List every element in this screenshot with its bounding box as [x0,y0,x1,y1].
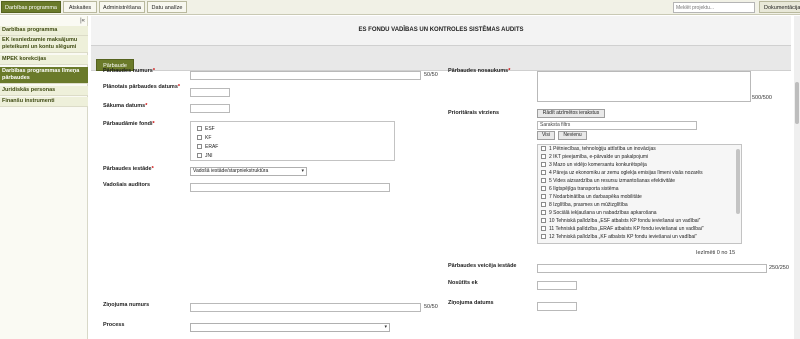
sidebar-item-ek-pieteikumi[interactable]: EK iesniedzamie maksājumu pieteikumi un … [0,36,88,53]
sidebar-item-limena-parbaudes[interactable]: Darbības programmas līmeņa pārbaudes [0,67,88,84]
prio-item[interactable]: 5 Vides aizsardzība un resursu izmantoša… [541,178,675,185]
fonds-kf-checkbox[interactable]: KF [197,135,211,141]
zinojuma-datums-input[interactable] [537,302,577,311]
numurs-counter: 50/50 [424,72,438,78]
prio-item[interactable]: 12 Tehniskā palīdzība „KF atbalsts KP fo… [541,234,697,241]
page-title: ES FONDU VADĪBAS UN KONTROLES SISTĒMAS A… [358,27,524,33]
selected-summary: Iezīmēti 0 no 15 [696,250,736,256]
prio-list-scrollbar[interactable] [736,149,740,214]
tab-administresana[interactable]: Administrēšana [99,1,145,13]
prio-checkbox-list: 1 Pētniecības, tehnoloģiju attīstība un … [537,144,742,244]
veiceja-label: Pārbaudes veicēja iestāde [448,263,517,269]
project-search-input[interactable] [673,2,755,13]
auditors-input[interactable] [190,183,390,192]
prio-item[interactable]: 9 Sociālā iekļaušana un nabadzības apkar… [541,210,657,217]
nosutits-input[interactable] [537,281,577,290]
top-navigation: Darbības programma Atskaites Administrēš… [0,0,800,15]
select-none-button[interactable]: Nevienu [558,131,587,140]
fondi-checkbox-list: ESF KF ERAF JNI [190,121,395,161]
sidebar-item-juridiskas-personas[interactable]: Juridiskās personas [0,86,88,96]
sidebar-item-mpek-korekcijas[interactable]: MPEK korekcijas [0,55,88,65]
sidebar-item-darbibas-programma[interactable]: Darbības programma [0,26,88,36]
tab-datu-analize[interactable]: Datu analīze [147,1,187,13]
nosaukums-counter: 500/500 [752,95,772,101]
fondi-label: Pārbaudāmie fondi* [103,121,155,127]
prio-item[interactable]: 4 Pāreja uz ekonomiku ar zemu oglekļa em… [541,170,703,177]
prio-item[interactable]: 8 Izglītība, prasmes un mūžizglītība [541,202,628,209]
documentation-button[interactable]: Dokumentācija [759,1,800,13]
list-filter-input[interactable]: Saraksta filtrs [537,121,697,130]
sidebar: |« Darbības programma EK iesniedzamie ma… [0,16,88,339]
sakuma-datums-label: Sākuma datums* [103,103,148,109]
prio-item[interactable]: 6 Ilgtspējīga transporta sistēma [541,186,618,193]
iestade-label: Pārbaudes iestāde* [103,166,154,172]
sakuma-datums-input[interactable] [190,104,230,113]
page-header: ES FONDU VADĪBAS UN KONTROLES SISTĒMAS A… [91,16,791,46]
prio-item[interactable]: 2 IKT pieejamība, e-pārvalde un pakalpoj… [541,154,648,161]
numurs-input[interactable] [190,71,421,80]
show-selected-button[interactable]: Rādīt atzīmētos ierakstus [537,109,605,118]
collapse-sidebar-icon[interactable]: |« [80,18,85,24]
prio-label: Prioritārais virziens [448,110,500,116]
nosutits-label: Nosūtīts ek [448,280,478,286]
tab-darbibas-programma[interactable]: Darbības programma [1,1,61,13]
page-scrollbar-thumb[interactable] [795,82,799,124]
prio-item[interactable]: 3 Mazo un vidējo komersantu konkurētspēj… [541,162,647,169]
auditors-label: Vadošais auditors [103,182,151,188]
zinojuma-datums-label: Ziņojuma datums [448,300,494,306]
tab-atskaites[interactable]: Atskaites [63,1,97,13]
process-select[interactable]: ▾ [190,323,390,332]
zinojuma-numurs-label: Ziņojuma numurs [103,302,150,308]
fonds-eraf-checkbox[interactable]: ERAF [197,144,218,150]
veiceja-input[interactable] [537,264,767,273]
page-scrollbar[interactable] [794,16,800,339]
prio-item[interactable]: 7 Nodarbinātība un darbaspēka mobilitāte [541,194,642,201]
sidebar-item-finansu-instrumenti[interactable]: Finanšu instrumenti [0,97,88,107]
nosaukums-label: Pārbaudes nosaukums* [448,68,511,74]
nosaukums-textarea[interactable] [537,71,751,102]
veiceja-counter: 250/250 [769,265,789,271]
process-label: Process [103,322,125,328]
planotais-datums-label: Plānotais pārbaudes datums* [103,84,181,90]
zinojuma-numurs-input[interactable] [190,303,421,312]
prio-item[interactable]: 10 Tehniskā palīdzība „ESF atbalsts KP f… [541,218,700,225]
zinojuma-numurs-counter: 50/50 [424,304,438,310]
iestade-select[interactable]: Vadošā iestāde/starpniekstruktūra ▾ [190,167,307,176]
fonds-jni-checkbox[interactable]: JNI [197,153,213,159]
tab-strip: Pārbaude [91,46,791,71]
select-all-button[interactable]: Visi [537,131,555,140]
numurs-label: Pārbaudes numurs* [103,68,155,74]
prio-item[interactable]: 11 Tehniskā palīdzība „ERAF atbalsts KP … [541,226,704,233]
fonds-esf-checkbox[interactable]: ESF [197,126,215,132]
planotais-datums-input[interactable] [190,88,230,97]
chevron-down-icon: ▾ [384,324,387,330]
chevron-down-icon: ▾ [301,168,304,174]
prio-item[interactable]: 1 Pētniecības, tehnoloģiju attīstība un … [541,146,656,153]
